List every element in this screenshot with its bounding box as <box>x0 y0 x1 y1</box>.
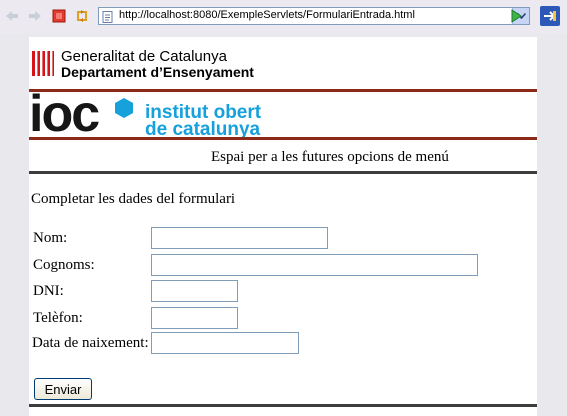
ioc-hexagon-icon <box>113 97 135 119</box>
reload-icon[interactable] <box>75 9 89 23</box>
generalitat-logo-icon <box>31 50 55 77</box>
field-label-cognoms: Cognoms: <box>33 257 95 273</box>
data-naixement-input[interactable] <box>151 332 299 354</box>
telefon-input[interactable] <box>151 307 238 329</box>
go-icon[interactable] <box>509 9 523 23</box>
menu-divider <box>29 171 537 174</box>
forward-arrow-icon[interactable] <box>28 9 42 23</box>
form-title: Completar les dades del formulari <box>31 191 236 207</box>
address-url[interactable]: http://localhost:8080/ExempleServlets/Fo… <box>119 9 415 21</box>
ioc-logo: ioc <box>29 85 100 143</box>
stop-icon[interactable] <box>52 9 66 23</box>
header-divider-bottom <box>29 137 537 140</box>
enviar-button[interactable]: Enviar <box>34 378 92 400</box>
browser-toolbar: http://localhost:8080/ExempleServlets/Fo… <box>0 0 567 34</box>
cognoms-input[interactable] <box>151 254 478 276</box>
field-label-dni: DNI: <box>33 283 64 299</box>
page-icon <box>102 10 114 23</box>
dni-input[interactable] <box>151 280 238 302</box>
web-page: Generalitat de Catalunya Departament d’E… <box>29 37 537 416</box>
field-label-data-naixement: Data de naixement: <box>32 335 149 351</box>
field-label-nom: Nom: <box>33 230 68 246</box>
page-side-margin <box>537 37 567 416</box>
header-divider-top <box>29 89 537 92</box>
back-arrow-icon[interactable] <box>5 9 19 23</box>
menu-placeholder: Espai per a les futures opcions de menú <box>211 149 449 165</box>
generalitat-name: Generalitat de Catalunya <box>61 48 227 65</box>
department-name: Departament d’Ensenyament <box>61 64 254 80</box>
nom-input[interactable] <box>151 227 328 249</box>
address-bar[interactable]: http://localhost:8080/ExempleServlets/Fo… <box>98 7 530 25</box>
field-label-telefon: Telèfon: <box>33 310 83 326</box>
footer-divider <box>29 404 537 407</box>
extension-icon[interactable] <box>540 6 560 26</box>
